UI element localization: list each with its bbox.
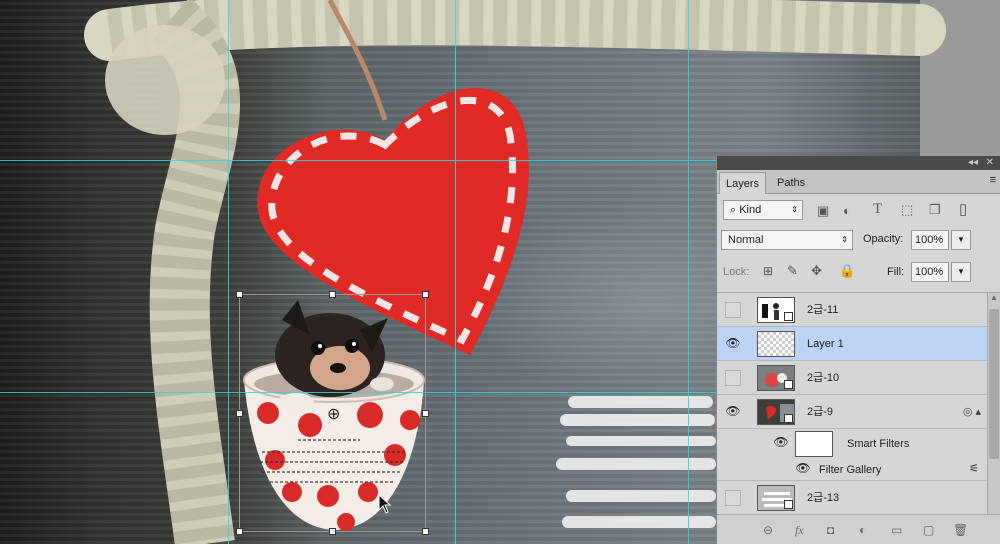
eye-icon[interactable]: 👁 [795, 461, 811, 477]
layer-row[interactable]: 2급-11 [717, 293, 987, 327]
eye-icon[interactable]: 👁 [725, 336, 741, 352]
layers-panel-bottom-bar: ⊖ fx ◘ ◐ ▭ ▢ 🗑 [717, 514, 1000, 544]
layer-name: Layer 1 [807, 338, 844, 350]
transform-handle[interactable] [236, 291, 243, 298]
close-panel-icon[interactable]: ✕ [986, 156, 994, 170]
filter-shape-icon[interactable]: ⬚ [901, 202, 913, 218]
chevron-updown-icon: ⇕ [841, 235, 848, 244]
layer-row[interactable]: 2급-10 [717, 361, 987, 395]
panel-menu-icon[interactable]: ≡ [990, 174, 996, 186]
transform-handle[interactable] [422, 410, 429, 417]
smart-filter-indicator-icon[interactable]: ◎ ▴ [963, 405, 981, 418]
layer-name: 2급-10 [807, 372, 840, 384]
guide-vertical[interactable] [688, 0, 689, 544]
filter-adjustment-icon[interactable]: ◐ [843, 203, 851, 218]
filter-kind-select[interactable]: ⌕ Kind ⇕ [723, 200, 803, 220]
smart-object-badge-icon [784, 312, 793, 321]
visibility-toggle[interactable] [725, 490, 741, 506]
smart-filters-row[interactable]: 👁 Smart Filters [717, 429, 987, 459]
filter-toggle-icon[interactable]: ▯ [959, 200, 967, 218]
blend-mode-value: Normal [728, 234, 764, 246]
guide-vertical[interactable] [228, 0, 229, 544]
layer-name: 2급-11 [807, 304, 839, 316]
guide-vertical[interactable] [455, 0, 456, 544]
adjustment-layer-icon[interactable]: ◐ [859, 523, 866, 537]
filter-smartobject-icon[interactable]: ❐ [929, 202, 941, 218]
layer-name: 2급-9 [807, 406, 834, 418]
filter-mask-thumbnail[interactable] [795, 431, 833, 457]
scrollbar-thumb[interactable] [989, 309, 999, 459]
layer-thumbnail [757, 399, 795, 425]
blend-mode-select[interactable]: Normal ⇕ [721, 230, 853, 250]
transform-handle[interactable] [329, 291, 336, 298]
layer-list: 2급-11 👁 Layer 1 2급-10 👁 2급-9 ◎ ▴ 👁 Smart… [717, 292, 1000, 514]
layer-row[interactable]: 👁 2급-9 ◎ ▴ [717, 395, 987, 429]
fill-dropdown-button[interactable]: ▼ [951, 262, 971, 282]
visibility-toggle[interactable] [725, 370, 741, 386]
lock-brush-icon[interactable]: ✎ [787, 263, 798, 279]
lock-position-icon[interactable]: ✥ [811, 263, 822, 279]
filter-blending-options-icon[interactable]: ⚟ [969, 462, 979, 475]
filter-kind-label: Kind [739, 204, 762, 216]
folder-icon[interactable]: ▭ [891, 523, 902, 537]
filter-row: ⌕ Kind ⇕ ▣ ◐ T ⬚ ❐ ▯ [717, 196, 1000, 224]
tab-paths[interactable]: Paths [771, 172, 811, 194]
filter-gallery-label: Filter Gallery [819, 464, 882, 476]
paint-blobs [556, 396, 716, 528]
layer-row[interactable]: 2급-13 [717, 481, 987, 514]
mouse-cursor-icon [378, 494, 392, 514]
layer-thumbnail [757, 331, 795, 357]
smart-object-badge-icon [784, 380, 793, 389]
fill-label: Fill: [887, 266, 905, 278]
lock-label: Lock: [723, 266, 750, 278]
guide-horizontal[interactable] [0, 160, 716, 161]
scroll-up-icon[interactable]: ▲ [990, 293, 998, 302]
layer-thumbnail [757, 365, 795, 391]
layer-name: 2급-13 [807, 492, 840, 504]
trash-icon[interactable]: 🗑 [953, 523, 968, 537]
transform-handle[interactable] [236, 528, 243, 535]
link-layers-icon[interactable]: ⊖ [763, 523, 773, 537]
lock-row: Lock: ⊞ ✎ ✥ 🔒 Fill: 100% ▼ [717, 260, 1000, 286]
fx-icon[interactable]: fx [795, 523, 804, 538]
eye-icon[interactable]: 👁 [773, 435, 789, 451]
transform-handle[interactable] [329, 528, 336, 535]
smart-object-badge-icon [784, 500, 793, 509]
filter-gallery-row[interactable]: 👁 Filter Gallery ⚟ [717, 459, 987, 481]
blend-row: Normal ⇕ Opacity: 100% ▼ [717, 226, 1000, 254]
filter-pixel-icon[interactable]: ▣ [817, 203, 829, 219]
search-icon: ⌕ [730, 204, 740, 216]
transform-handle[interactable] [422, 291, 429, 298]
smart-object-badge-icon [784, 414, 793, 423]
eye-icon[interactable]: 👁 [725, 404, 741, 420]
visibility-toggle[interactable] [725, 302, 741, 318]
opacity-dropdown-button[interactable]: ▼ [951, 230, 971, 250]
layer-thumbnail [757, 485, 795, 511]
transform-handle[interactable] [422, 528, 429, 535]
collapse-panel-icon[interactable]: ◂◂ [968, 156, 978, 170]
filter-type-icon[interactable]: T [873, 201, 882, 218]
panel-title-bar: ◂◂ ✕ [717, 156, 1000, 170]
opacity-input[interactable]: 100% [911, 230, 949, 250]
opacity-label: Opacity: [863, 233, 904, 245]
transform-pivot-icon[interactable]: ⊕ [327, 407, 340, 423]
layer-thumbnail [757, 297, 795, 323]
chevron-updown-icon: ⇕ [791, 205, 798, 214]
panel-tab-bar: Layers Paths ≡ [717, 170, 1000, 194]
smart-filters-label: Smart Filters [847, 438, 910, 450]
layers-panel: ◂◂ ✕ Layers Paths ≡ ⌕ Kind ⇕ ▣ ◐ T ⬚ ❐ ▯… [716, 156, 1000, 544]
new-layer-icon[interactable]: ▢ [923, 523, 934, 537]
lock-transparent-icon[interactable]: ⊞ [763, 264, 773, 278]
layer-list-scrollbar[interactable]: ▲ [987, 293, 1000, 514]
lock-all-icon[interactable]: 🔒 [839, 263, 855, 279]
layer-row-selected[interactable]: 👁 Layer 1 [717, 327, 987, 361]
tab-layers[interactable]: Layers [719, 172, 767, 194]
transform-handle[interactable] [236, 410, 243, 417]
add-mask-icon[interactable]: ◘ [827, 523, 834, 537]
fill-input[interactable]: 100% [911, 262, 949, 282]
